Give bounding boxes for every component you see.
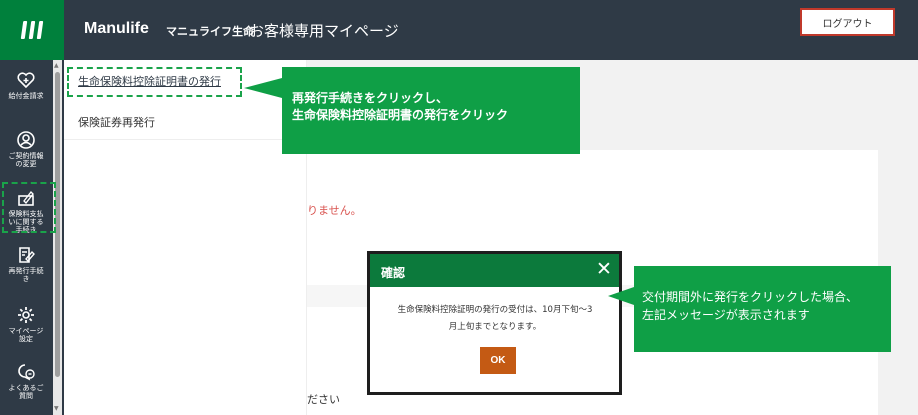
ok-button[interactable]: OK: [480, 347, 516, 374]
callout-text-line: 左記メッセージが表示されます: [642, 308, 810, 322]
scroll-up-arrow-icon[interactable]: ▲: [54, 62, 59, 69]
dialog-message-line: 月上旬までとなります。: [448, 322, 542, 332]
sidebar-item-reissue[interactable]: 再発行手続 き: [0, 245, 52, 283]
brand-name: Manulife: [84, 20, 149, 37]
sidebar-item-label: マイページ 設定: [8, 327, 44, 343]
callout-text-line: 再発行手続きをクリックし、: [292, 91, 449, 105]
sidebar-item-contract-change[interactable]: ご契約情報 の変更: [0, 130, 52, 168]
top-header: Manulife マニュライフ生命 お客様専用マイページ ログアウト: [0, 0, 918, 60]
confirm-dialog: 確認 ✕ 生命保険料控除証明の発行の受付は、10月下旬～3 月上旬までとなります…: [367, 251, 622, 395]
sidebar-item-label: 給付金請求: [8, 92, 44, 100]
content-text-fragment: ださい: [307, 393, 340, 406]
chat-question-icon: [18, 364, 35, 381]
gear-icon: [18, 307, 34, 323]
user-circle-icon: [17, 131, 35, 149]
brand-name-japanese: マニュライフ生命: [166, 25, 254, 38]
instruction-callout-message: 交付期間外に発行をクリックした場合、 左記メッセージが表示されます: [634, 266, 891, 352]
error-message-fragment: りません。: [307, 204, 362, 217]
confirm-dialog-header: 確認 ✕: [370, 254, 619, 287]
sidebar-item-faq[interactable]: よくあるご 質問: [0, 362, 52, 400]
certificate-link-highlight-frame: [67, 67, 242, 97]
instruction-callout-reissue: 再発行手続きをクリックし、 生命保険料控除証明書の発行をクリック: [282, 67, 580, 154]
confirm-dialog-title: 確認: [381, 266, 406, 280]
logout-button[interactable]: ログアウト: [800, 8, 895, 36]
page-title: お客様専用マイページ: [249, 22, 399, 40]
sidebar-item-label: ご契約情報 の変更: [8, 152, 44, 168]
sidebar-item-mypage-settings[interactable]: マイページ 設定: [0, 305, 52, 343]
manulife-logo[interactable]: [0, 0, 64, 60]
reissue-highlight-frame: [2, 182, 56, 233]
document-edit-icon: [19, 247, 35, 263]
callout-text-line: 生命保険料控除証明書の発行をクリック: [292, 108, 509, 122]
callout-text-line: 交付期間外に発行をクリックした場合、: [642, 290, 859, 304]
reissue-submenu: 生命保険料控除証明書の発行 保険証券再発行: [64, 60, 307, 415]
confirm-dialog-message: 生命保険料控除証明の発行の受付は、10月下旬～3 月上旬までとなります。: [382, 302, 608, 336]
sidebar-item-label: 再発行手続 き: [8, 267, 44, 283]
sidebar: 給付金請求 ご契約情報 の変更 保険料支払 いに関する 手続き 再発行手続 き …: [0, 60, 64, 415]
heart-plus-icon: [17, 72, 35, 89]
sidebar-item-label: よくあるご 質問: [8, 384, 44, 400]
manulife-logo-icon: [20, 21, 44, 39]
close-icon[interactable]: ✕: [596, 259, 612, 279]
callout-pointer: [244, 78, 282, 98]
scroll-down-arrow-icon[interactable]: ▼: [54, 405, 59, 412]
sidebar-item-benefit-claim[interactable]: 給付金請求: [0, 70, 52, 100]
dialog-message-line: 生命保険料控除証明の発行の受付は、10月下旬～3: [397, 305, 593, 315]
submenu-item-policy-reissue[interactable]: 保険証券再発行: [78, 114, 155, 130]
submenu-divider: [64, 139, 307, 140]
callout-pointer: [608, 287, 634, 305]
confirm-dialog-body: 確認 ✕ 生命保険料控除証明の発行の受付は、10月下旬～3 月上旬までとなります…: [370, 254, 619, 392]
